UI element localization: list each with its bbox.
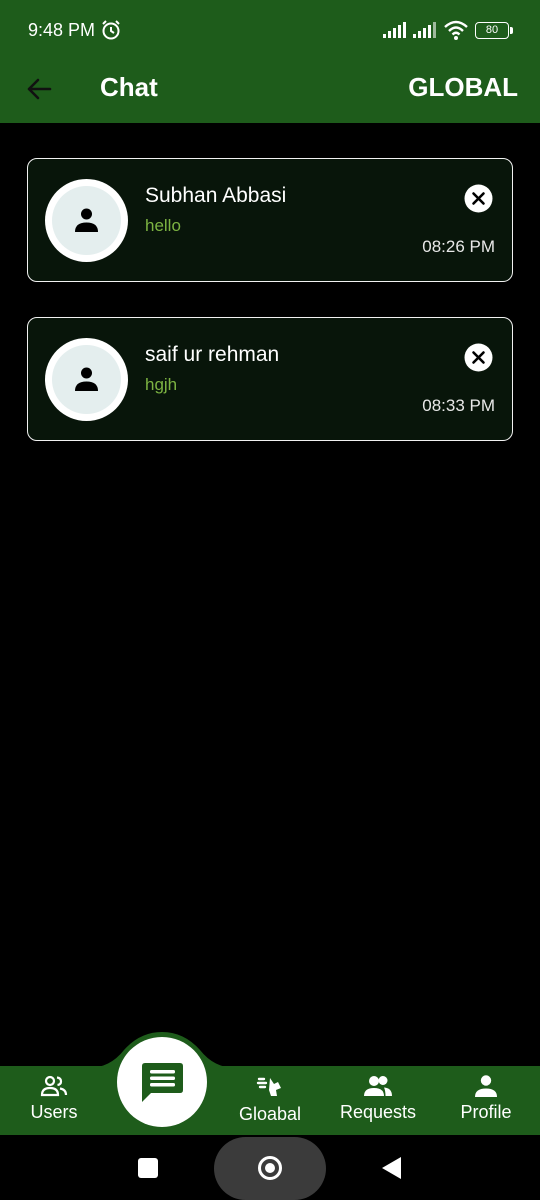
home-icon[interactable] bbox=[258, 1156, 282, 1180]
close-icon[interactable] bbox=[464, 184, 493, 213]
nav-label: Profile bbox=[460, 1102, 512, 1122]
chat-list-item[interactable]: Subhan Abbasi hello 08:26 PM bbox=[27, 158, 513, 282]
avatar bbox=[45, 179, 128, 262]
chat-last-message: hgjh bbox=[145, 375, 178, 394]
arrow-left-icon[interactable] bbox=[22, 72, 56, 106]
users-icon bbox=[40, 1075, 68, 1097]
requests-icon bbox=[364, 1076, 392, 1096]
back-icon[interactable] bbox=[382, 1157, 401, 1179]
nav-label: Gloabal bbox=[238, 1104, 302, 1124]
signal-icon bbox=[413, 22, 436, 38]
chat-icon bbox=[142, 1063, 183, 1102]
nav-label: Requests bbox=[339, 1102, 417, 1122]
status-time: 9:48 PM bbox=[28, 20, 96, 40]
signal-icon bbox=[383, 22, 406, 38]
battery-icon: 80 bbox=[475, 22, 513, 39]
chat-list-item[interactable]: saif ur rehman hgjh 08:33 PM bbox=[27, 317, 513, 441]
person-icon bbox=[75, 208, 98, 232]
app-bar: Chat GLOBAL bbox=[0, 62, 540, 123]
nav-item-profile[interactable]: Profile bbox=[450, 1070, 522, 1132]
global-button[interactable]: GLOBAL bbox=[408, 72, 518, 103]
chat-last-message: hello bbox=[145, 216, 181, 235]
chat-contact-name: Subhan Abbasi bbox=[145, 184, 287, 207]
nav-item-chat[interactable] bbox=[117, 1037, 207, 1127]
recents-icon[interactable] bbox=[138, 1158, 158, 1178]
alarm-icon bbox=[102, 20, 120, 40]
global-wave-icon bbox=[256, 1077, 281, 1096]
profile-icon bbox=[475, 1075, 497, 1097]
nav-label: Users bbox=[30, 1102, 78, 1122]
system-nav-bar bbox=[0, 1135, 540, 1200]
wifi-icon bbox=[444, 20, 468, 40]
status-bar: 9:48 PM 80 bbox=[0, 0, 540, 62]
avatar bbox=[45, 338, 128, 421]
chat-contact-name: saif ur rehman bbox=[145, 343, 280, 366]
chat-timestamp: 08:26 PM bbox=[422, 237, 495, 256]
bottom-nav-notch bbox=[88, 1032, 236, 1068]
nav-item-global[interactable]: Gloabal bbox=[230, 1070, 310, 1132]
nav-item-requests[interactable]: Requests bbox=[334, 1070, 422, 1132]
close-icon[interactable] bbox=[464, 343, 493, 372]
person-icon bbox=[75, 367, 98, 391]
chat-timestamp: 08:33 PM bbox=[422, 396, 495, 415]
nav-item-users[interactable]: Users bbox=[18, 1070, 90, 1132]
top-bar: 9:48 PM 80 Chat GLOBAL bbox=[0, 0, 540, 123]
page-title: Chat bbox=[100, 72, 158, 102]
